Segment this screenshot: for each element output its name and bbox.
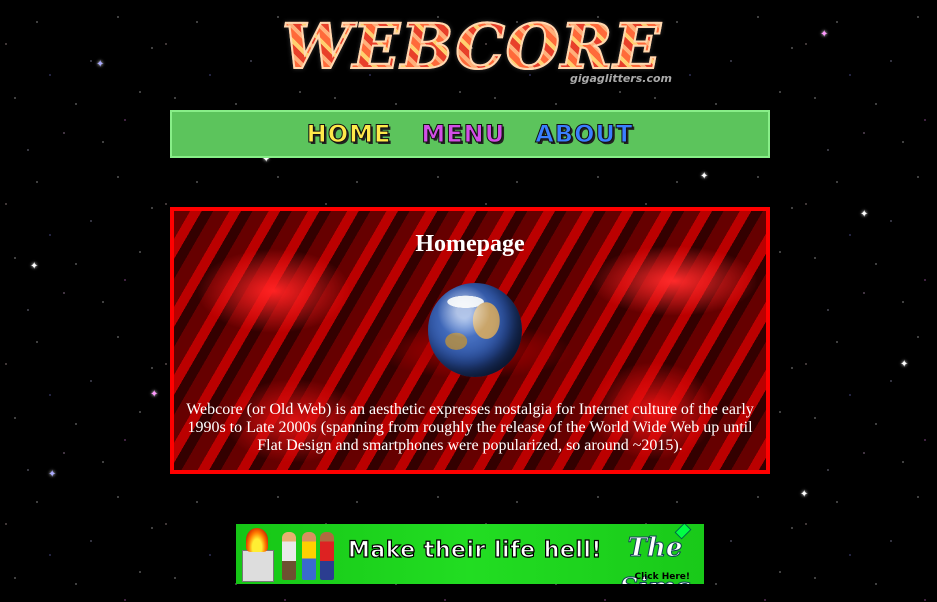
sparkle-icon: ✦ — [820, 29, 829, 40]
sparkle-icon: ✦ — [48, 469, 57, 480]
sparkle-icon: ✦ — [860, 209, 869, 220]
sparkle-icon: ✦ — [30, 261, 39, 272]
nav-home-link[interactable]: HOME — [306, 120, 392, 149]
nav-about-link[interactable]: ABOUT — [535, 120, 633, 149]
sparkle-icon: ✦ — [800, 489, 809, 500]
content-description: Webcore (or Old Web) is an aesthetic exp… — [186, 401, 754, 454]
nav-bar: HOME MENU ABOUT — [170, 110, 770, 158]
sparkle-icon: ✦ — [96, 59, 105, 70]
sparkle-icon: ✦ — [150, 389, 159, 400]
sparkle-icon: ✦ — [900, 359, 909, 370]
content-panel: Homepage Webcore (or Old Web) is an aest… — [170, 207, 770, 474]
banner-sims-figures — [236, 524, 340, 584]
stove-icon — [242, 550, 274, 582]
page: { "logo": { "text": "WEBCORE", "credit":… — [0, 0, 937, 602]
sims-ad-banner[interactable]: Make their life hell! The Sims Click Her… — [236, 524, 704, 584]
nav-menu-link[interactable]: MENU — [421, 120, 505, 149]
sim-character-icon — [320, 532, 334, 580]
sparkle-icon: ✦ — [700, 171, 709, 182]
sim-character-icon — [302, 532, 316, 580]
fire-icon — [246, 528, 268, 552]
sims-logo: The Sims — [619, 533, 691, 585]
banner-headline: Make their life hell! — [347, 537, 602, 563]
banner-cta: Click Here! — [634, 572, 690, 582]
page-title: Homepage — [415, 231, 525, 257]
sim-character-icon — [282, 532, 296, 580]
logo-credit: gigaglitters.com — [569, 72, 672, 85]
spinning-globe-icon — [428, 283, 522, 377]
site-logo: WEBCORE gigaglitters.com — [281, 9, 672, 85]
